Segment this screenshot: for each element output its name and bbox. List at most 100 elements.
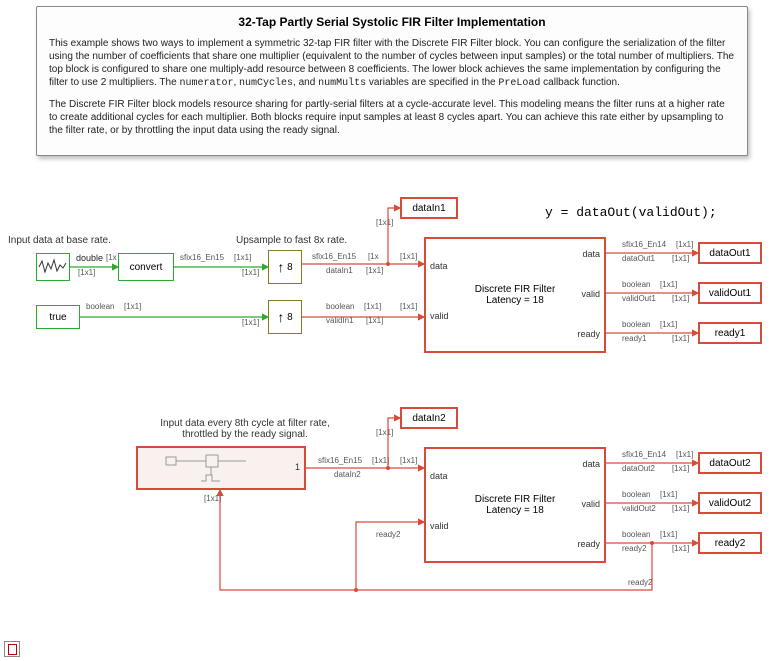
port-datain2-lbl: dataIn2 xyxy=(334,470,361,479)
doc-paragraph-1: This example shows two ways to implement… xyxy=(49,37,735,90)
signal-source-block[interactable] xyxy=(36,253,70,281)
dim-1d: [1x1] xyxy=(366,266,383,275)
subsys-out-port: 1 xyxy=(295,462,300,472)
doc-p1-preload: PreLoad xyxy=(498,78,540,89)
port-dataout1-lbl: dataOut1 xyxy=(622,254,655,263)
dim-b1: [1x1] xyxy=(372,456,389,465)
dim-o2c: [1x1] xyxy=(660,490,677,499)
port-valid-out-2: valid xyxy=(581,499,600,509)
dim-o2a: [1x1] xyxy=(676,450,693,459)
type-sfix-1: sfix16_En15 xyxy=(180,253,224,262)
port-data-out-1: data xyxy=(582,249,600,259)
up-arrow-icon-2: ↑ xyxy=(277,309,284,325)
upsample-data-block[interactable]: ↑ 8 xyxy=(268,250,302,284)
filter1-name: Discrete FIR Filter xyxy=(475,284,556,295)
datain2-sink[interactable]: dataIn2 xyxy=(400,407,458,429)
port-ready2-lbl: ready2 xyxy=(622,544,646,553)
doc-panel: 32-Tap Partly Serial Systolic FIR Filter… xyxy=(36,6,748,156)
type-bool-o2r: boolean xyxy=(622,530,650,539)
dim-2b: [1x1] xyxy=(242,318,259,327)
dim-open-2: [1x xyxy=(368,252,379,261)
validout1-sink[interactable]: validOut1 xyxy=(698,282,762,304)
datain1-sink[interactable]: dataIn1 xyxy=(400,197,458,219)
doc-p1-e: , and xyxy=(293,77,318,88)
dataout2-sink[interactable]: dataOut2 xyxy=(698,452,762,474)
dim-o1f: [1x1] xyxy=(672,334,689,343)
validout2-sink[interactable]: validOut2 xyxy=(698,492,762,514)
up-arrow-icon: ↑ xyxy=(277,259,284,275)
filter2-name: Discrete FIR Filter xyxy=(475,494,556,505)
dim-1e: [1x1] xyxy=(400,252,417,261)
filter1-latency: Latency = 18 xyxy=(486,295,544,306)
dim-o2b: [1x1] xyxy=(672,464,689,473)
upsample-valid-block[interactable]: ↑ 8 xyxy=(268,300,302,334)
dim-o1d: [1x1] xyxy=(672,294,689,303)
doc-p1-i: callback function. xyxy=(540,77,620,88)
type-bool-o1: boolean xyxy=(622,280,650,289)
dim-o2f: [1x1] xyxy=(672,544,689,553)
port-valid-in-1: valid xyxy=(430,311,449,321)
subsystem-mini-icon xyxy=(146,451,296,485)
dim-2a: [1x1] xyxy=(124,302,141,311)
throttled-source-subsystem[interactable]: 1 xyxy=(136,446,306,490)
upsample-factor-1: 8 xyxy=(287,262,293,273)
annotation-throttle-line1: Input data every 8th cycle at filter rat… xyxy=(160,418,330,429)
ready2-feedback-lbl: ready2 xyxy=(628,578,652,587)
dim-o1c: [1x1] xyxy=(660,280,677,289)
type-bool-2: boolean xyxy=(326,302,354,311)
port-ready1-lbl: ready1 xyxy=(622,334,646,343)
annotation-throttle: Input data every 8th cycle at filter rat… xyxy=(140,418,350,440)
doc-title: 32-Tap Partly Serial Systolic FIR Filter… xyxy=(49,15,735,29)
ready1-sink[interactable]: ready1 xyxy=(698,322,762,344)
dim-1a: [1x1] xyxy=(78,268,95,277)
dim-ready-fb: [1x1] xyxy=(204,494,221,503)
port-ready2-in-lbl: ready2 xyxy=(376,530,400,539)
port-valid-out-1: valid xyxy=(581,289,600,299)
fir-filter-1[interactable]: Discrete FIR Filter Latency = 18 data va… xyxy=(424,237,606,353)
dim-goto2: [1x1] xyxy=(376,428,393,437)
port-valid-in-2: valid xyxy=(430,521,449,531)
filter2-latency: Latency = 18 xyxy=(486,505,544,516)
doc-p1-numerator: numerator xyxy=(179,78,233,89)
doc-p1-numcycles: numCycles xyxy=(239,78,293,89)
port-data-in-1: data xyxy=(430,261,448,271)
port-ready-2: ready xyxy=(577,539,600,549)
doc-paragraph-2: The Discrete FIR Filter block models res… xyxy=(49,98,735,137)
doc-p1-nummults: numMults xyxy=(318,78,366,89)
dim-o1e: [1x1] xyxy=(660,320,677,329)
waveform-icon xyxy=(38,257,68,277)
port-dataout2-lbl: dataOut2 xyxy=(622,464,655,473)
port-data-in-2: data xyxy=(430,471,448,481)
type-double: double xyxy=(76,253,103,263)
port-ready-1: ready xyxy=(577,329,600,339)
copy-icon[interactable] xyxy=(4,641,20,657)
type-sfix-2: sfix16_En15 xyxy=(312,252,356,261)
doc-p1-g: variables are specified in the xyxy=(366,77,498,88)
type-sfixout-1: sfix16_En14 xyxy=(622,240,666,249)
convert-block[interactable]: convert xyxy=(118,253,174,281)
dim-1c: [1x1] xyxy=(242,268,259,277)
annotation-base-rate: Input data at base rate. xyxy=(8,235,111,246)
dim-o1a: [1x1] xyxy=(676,240,693,249)
dim-2e: [1x1] xyxy=(400,302,417,311)
upsample-factor-2: 8 xyxy=(287,312,293,323)
dim-open-1: [1x xyxy=(106,253,117,262)
dataout1-sink[interactable]: dataOut1 xyxy=(698,242,762,264)
dim-goto1: [1x1] xyxy=(376,218,393,227)
dim-1b: [1x1] xyxy=(234,253,251,262)
dim-2c: [1x1] xyxy=(364,302,381,311)
port-datain1-lbl: dataIn1 xyxy=(326,266,353,275)
dim-o1b: [1x1] xyxy=(672,254,689,263)
ready2-sink[interactable]: ready2 xyxy=(698,532,762,554)
type-bool-o1r: boolean xyxy=(622,320,650,329)
fir-filter-2[interactable]: Discrete FIR Filter Latency = 18 data va… xyxy=(424,447,606,563)
type-sfixout-2: sfix16_En14 xyxy=(622,450,666,459)
dim-o2e: [1x1] xyxy=(660,530,677,539)
type-sfix-b: sfix16_En15 xyxy=(318,456,362,465)
port-validin1-lbl: validIn1 xyxy=(326,316,354,325)
true-constant-block[interactable]: true xyxy=(36,305,80,329)
port-validout1-lbl: validOut1 xyxy=(622,294,656,303)
dim-b2: [1x1] xyxy=(400,456,417,465)
port-validout2-lbl: validOut2 xyxy=(622,504,656,513)
code-annotation: y = dataOut(validOut); xyxy=(545,205,717,220)
